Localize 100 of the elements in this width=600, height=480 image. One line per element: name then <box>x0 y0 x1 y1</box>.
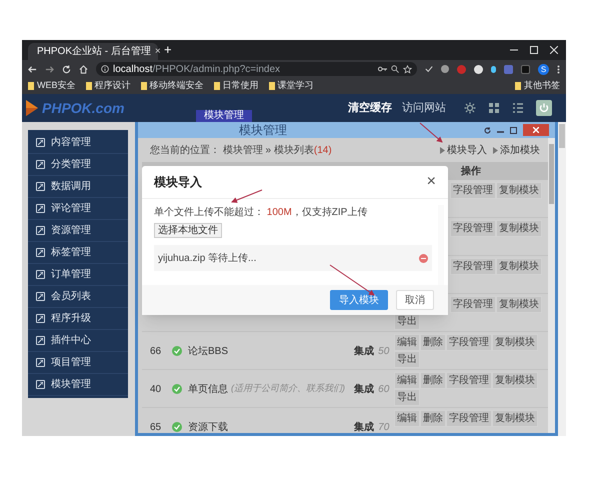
close-button[interactable]: × <box>426 174 436 190</box>
sidebar-item[interactable]: 订单管理 <box>28 264 128 286</box>
table-cell-text: 66 <box>150 344 162 358</box>
action-button[interactable]: 复制模块 <box>492 410 538 427</box>
refresh-icon[interactable] <box>484 126 491 134</box>
action-button[interactable]: 字段管理 <box>446 334 492 351</box>
back-icon[interactable] <box>28 64 37 74</box>
new-tab-button[interactable]: + <box>164 40 172 59</box>
action-button[interactable]: 删除 <box>420 334 446 351</box>
address-bar[interactable]: localhost/PHPOK/admin.php?c=index <box>96 62 417 76</box>
folder-icon <box>140 82 147 90</box>
table-cell-text: 50 <box>378 344 390 358</box>
profile-avatar[interactable]: S <box>538 64 549 74</box>
star-icon[interactable] <box>403 64 412 74</box>
sidebar-item[interactable]: 评论管理 <box>28 198 128 220</box>
browser-tab[interactable]: PHPOK企业站 - 后台管理 × <box>28 43 158 60</box>
sidebar-item[interactable]: 项目管理 <box>28 352 128 374</box>
sidebar-item[interactable]: 会员列表 <box>28 286 128 308</box>
annotation-arrow <box>420 122 443 143</box>
sidebar-item[interactable]: 模块管理 <box>28 374 128 396</box>
action-button[interactable]: 字段管理 <box>450 258 496 275</box>
zoom-icon[interactable] <box>391 65 399 73</box>
action-button[interactable]: 导出 <box>394 351 420 368</box>
item-icon <box>36 314 45 323</box>
action-button[interactable]: 复制模块 <box>496 182 542 199</box>
action-button[interactable]: 字段管理 <box>450 182 496 199</box>
breadcrumb: 您当前的位置： 模块管理 » 模块列表(14) <box>150 144 332 158</box>
item-icon <box>36 226 45 235</box>
item-icon <box>36 336 45 345</box>
header-link[interactable]: 清空缓存 <box>348 100 392 116</box>
toolbar-link[interactable]: 添加模块 <box>493 142 540 158</box>
folder-icon <box>28 82 34 90</box>
action-button[interactable]: 编辑 <box>394 372 420 389</box>
panel-title: 模块管理 <box>239 122 287 138</box>
action-button[interactable]: 字段管理 <box>450 296 496 313</box>
sidebar-item[interactable]: 分类管理 <box>28 154 128 176</box>
table-cell-text: 论坛BBS <box>188 344 228 358</box>
folder-icon <box>86 82 92 90</box>
bookmark[interactable]: 日常使用 <box>214 79 259 93</box>
action-button[interactable]: 复制模块 <box>496 296 542 313</box>
bookmark[interactable]: 程序设计 <box>86 79 131 93</box>
tab-close-button[interactable]: × <box>154 44 161 59</box>
action-button[interactable]: 复制模块 <box>492 372 538 389</box>
sidebar-item[interactable]: 程序升级 <box>28 308 128 330</box>
table-cell-text: 70 <box>378 420 390 433</box>
sidebar-item[interactable]: 标签管理 <box>28 242 128 264</box>
sidebar-item[interactable]: 资源管理 <box>28 220 128 242</box>
bookmark[interactable]: WEB安全 <box>28 79 76 93</box>
action-button[interactable]: 字段管理 <box>446 372 492 389</box>
key-icon[interactable] <box>378 65 387 73</box>
sidebar-item[interactable]: 内容管理 <box>28 132 128 154</box>
item-icon <box>36 248 45 257</box>
action-button[interactable]: 编辑 <box>394 334 420 351</box>
action-button[interactable]: 编辑 <box>394 410 420 427</box>
settings-icon[interactable] <box>464 102 476 114</box>
item-icon <box>36 292 45 301</box>
table-cell-text: 集成 <box>354 382 374 396</box>
close-icon[interactable] <box>550 46 558 54</box>
reload-icon[interactable] <box>62 64 71 74</box>
home-icon[interactable] <box>79 64 88 74</box>
menu-icon[interactable] <box>557 64 560 74</box>
choose-file-button[interactable]: 选择本地文件 <box>154 223 222 238</box>
grid-icon[interactable] <box>488 102 500 114</box>
remove-icon[interactable] <box>419 254 428 262</box>
action-button[interactable]: 导出 <box>394 389 420 406</box>
scrollbar[interactable] <box>548 138 555 433</box>
forward-icon[interactable] <box>45 64 54 74</box>
toolbar-link[interactable]: 模块导入 <box>440 142 487 158</box>
item-icon <box>36 182 45 191</box>
list-icon[interactable] <box>512 102 524 114</box>
sidebar-item[interactable]: 插件中心 <box>28 330 128 352</box>
tab-title: PHPOK企业站 - 后台管理 <box>37 44 151 59</box>
maximize-icon[interactable] <box>510 126 517 134</box>
bookmark[interactable]: 移动终端安全 <box>140 79 204 93</box>
item-icon <box>36 270 45 279</box>
nav-tab[interactable]: 模块管理 <box>196 110 252 122</box>
cancel-button[interactable]: 取消 <box>396 290 434 310</box>
check-icon[interactable] <box>425 65 433 73</box>
annotation-arrow <box>330 264 375 296</box>
triangle-icon <box>440 146 445 154</box>
action-button[interactable]: 复制模块 <box>496 258 542 275</box>
action-button[interactable]: 删除 <box>420 410 446 427</box>
bookmark[interactable]: 其他书签 <box>515 79 560 93</box>
action-button[interactable]: 复制模块 <box>496 220 542 237</box>
page-scrollbar[interactable] <box>558 122 566 436</box>
table-cell-text: 集成 <box>354 420 374 433</box>
bookmark[interactable]: 课堂学习 <box>268 79 314 93</box>
action-button[interactable]: 字段管理 <box>450 220 496 237</box>
extension-icon[interactable] <box>491 66 496 72</box>
note-text: (适用于公司简介、联系我们) <box>231 382 345 396</box>
dialog-title: 模块导入 <box>154 174 203 191</box>
panel-close-button[interactable] <box>523 124 549 136</box>
action-button[interactable]: 字段管理 <box>446 410 492 427</box>
sidebar-item[interactable]: 数据调用 <box>28 176 128 198</box>
action-button[interactable]: 删除 <box>420 372 446 389</box>
item-icon <box>36 358 45 367</box>
table-cell-text: 资源下载 <box>188 420 228 433</box>
action-button[interactable]: 复制模块 <box>492 334 538 351</box>
header-link[interactable]: 访问网站 <box>402 100 446 116</box>
column-header: 操作 <box>460 164 482 178</box>
